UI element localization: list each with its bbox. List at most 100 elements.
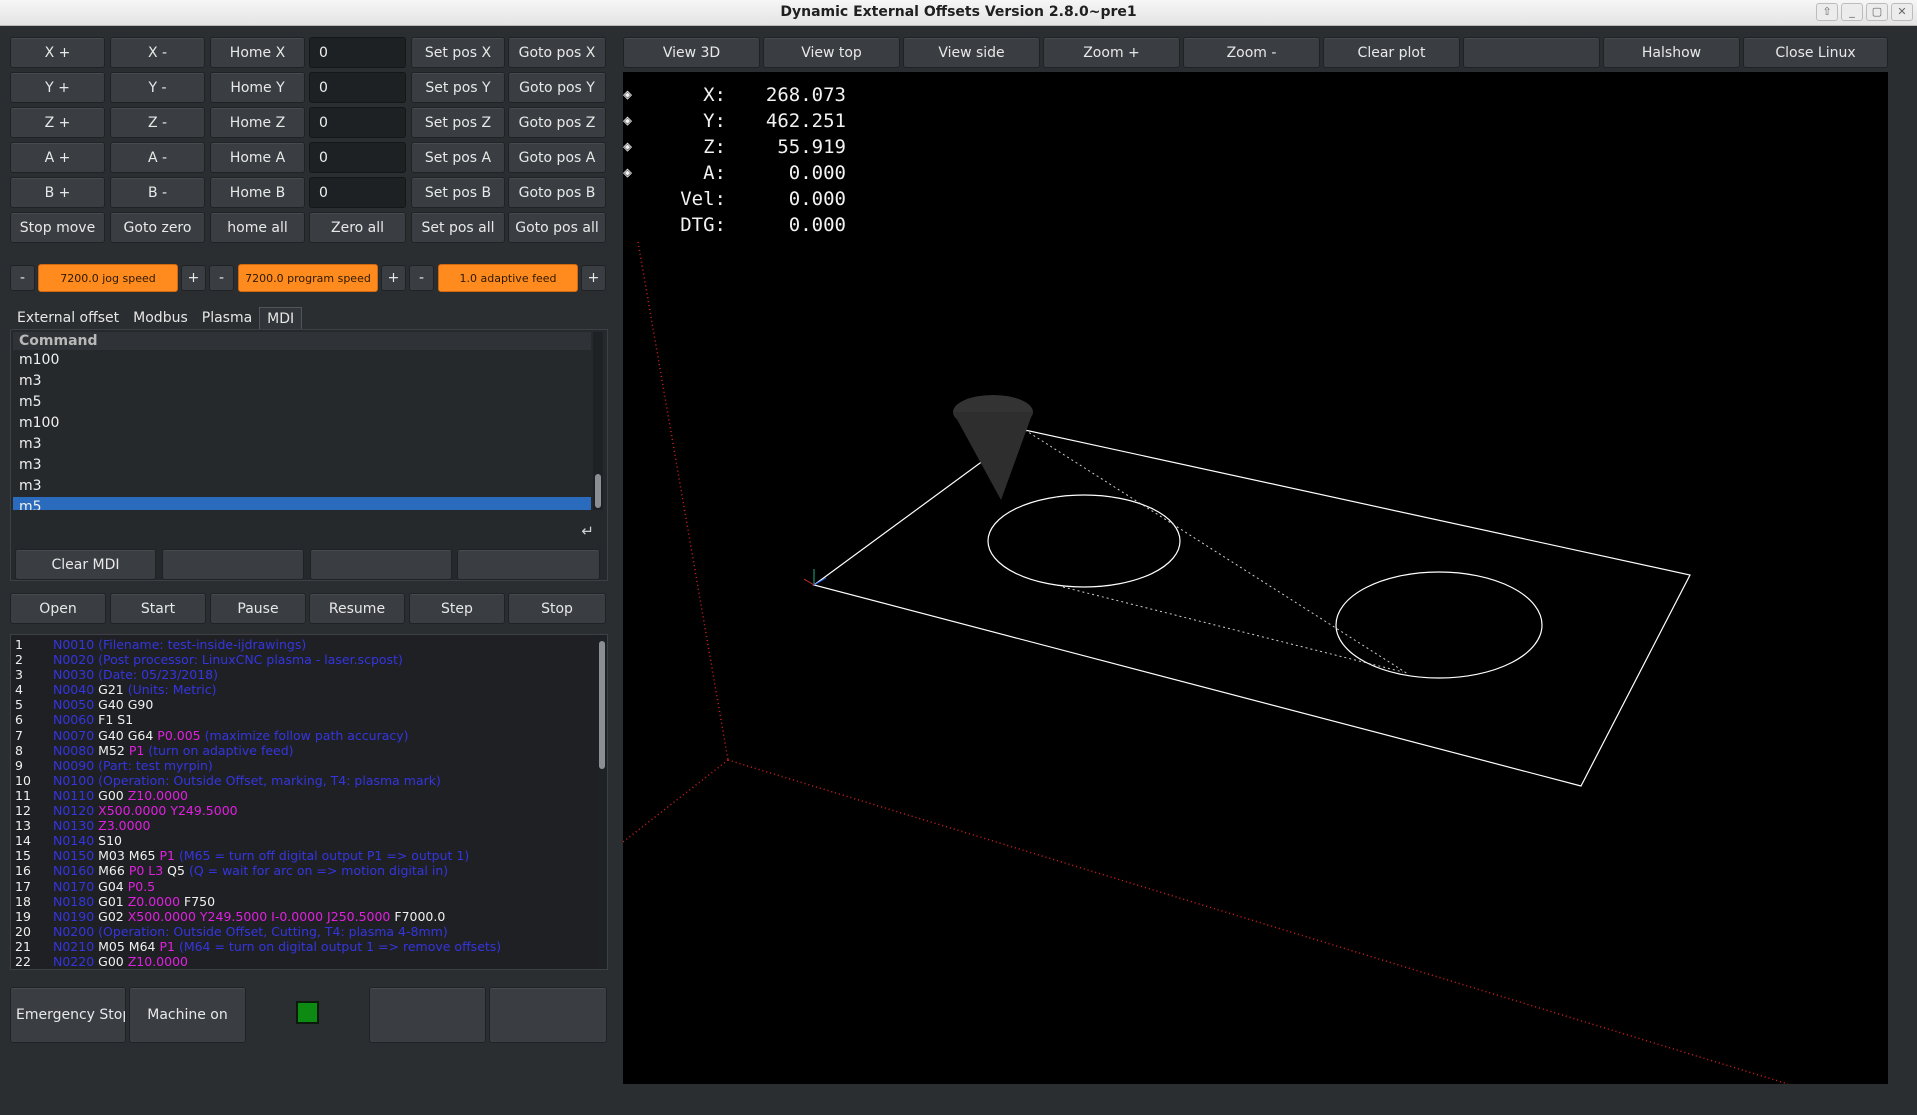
gcode-line[interactable]: 16 N0160 M66 P0 L3 Q5 (Q = wait for arc o… xyxy=(11,863,596,878)
stop-move-button[interactable]: Stop move xyxy=(10,212,105,243)
gcode-line[interactable]: 21 N0210 M05 M64 P1 (M64 = turn on digita… xyxy=(11,939,596,954)
view-side-button[interactable]: View side xyxy=(903,37,1040,68)
axis-b-goto-button[interactable]: Goto pos B xyxy=(508,177,606,208)
step-button[interactable]: Step xyxy=(409,593,505,624)
halshow-button[interactable]: Halshow xyxy=(1603,37,1740,68)
program-speed-slider[interactable]: 7200.0 program speed xyxy=(238,264,378,292)
view-3d-button[interactable]: View 3D xyxy=(623,37,760,68)
window-minimize-icon[interactable]: _ xyxy=(1841,3,1863,21)
gcode-line[interactable]: 14 N0140 S10 xyxy=(11,833,596,848)
axis-a-minus-button[interactable]: A - xyxy=(110,142,205,173)
gcode-line[interactable]: 13 N0130 Z3.0000 xyxy=(11,818,596,833)
axis-z-minus-button[interactable]: Z - xyxy=(110,107,205,138)
axis-a-home-button[interactable]: Home A xyxy=(210,142,305,173)
mdi-history-item[interactable]: m3 xyxy=(13,371,591,392)
mdi-history-item[interactable]: m100 xyxy=(13,413,591,434)
open-button[interactable]: Open xyxy=(10,593,106,624)
gcode-scrollbar[interactable] xyxy=(598,637,607,967)
start-button[interactable]: Start xyxy=(110,593,206,624)
mdi-history-item[interactable]: m3 xyxy=(13,476,591,497)
tab-external-offset[interactable]: External offset xyxy=(10,307,126,329)
gcode-line[interactable]: 17 N0170 G04 P0.5 xyxy=(11,879,596,894)
mdi-blank-button-2[interactable] xyxy=(310,549,452,580)
zoom-in-button[interactable]: Zoom + xyxy=(1043,37,1180,68)
gcode-line[interactable]: 10 N0100 (Operation: Outside Offset, mark… xyxy=(11,773,596,788)
axis-x-goto-button[interactable]: Goto pos X xyxy=(508,37,606,68)
gcode-line[interactable]: 5 N0050 G40 G90 xyxy=(11,697,596,712)
window-maximize-icon[interactable]: ▢ xyxy=(1866,3,1888,21)
gcode-line[interactable]: 7 N0070 G40 G64 P0.005 (maximize follow p… xyxy=(11,728,596,743)
window-close-icon[interactable]: ✕ xyxy=(1891,3,1913,21)
gcode-line[interactable]: 2 N0020 (Post processor: LinuxCNC plasma … xyxy=(11,652,596,667)
axis-x-value-field[interactable]: 0 xyxy=(309,37,406,68)
gcode-line[interactable]: 6 N0060 F1 S1 xyxy=(11,712,596,727)
axis-y-goto-button[interactable]: Goto pos Y xyxy=(508,72,606,103)
jog-speed-slider[interactable]: 7200.0 jog speed xyxy=(38,264,178,292)
axis-z-goto-button[interactable]: Goto pos Z xyxy=(508,107,606,138)
gcode-line[interactable]: 9 N0090 (Part: test myrpin) xyxy=(11,758,596,773)
goto-zero-button[interactable]: Goto zero xyxy=(110,212,205,243)
blank-button-2[interactable] xyxy=(489,987,607,1043)
gcode-line[interactable]: 4 N0040 G21 (Units: Metric) xyxy=(11,682,596,697)
mdi-history-item[interactable]: m100 xyxy=(13,350,591,371)
axis-a-plus-button[interactable]: A + xyxy=(10,142,105,173)
axis-y-setpos-button[interactable]: Set pos Y xyxy=(411,72,505,103)
adaptive-feed-minus-button[interactable]: - xyxy=(409,265,434,291)
axis-b-plus-button[interactable]: B + xyxy=(10,177,105,208)
3d-preview-viewport[interactable]: ◈ X: 268.073 ◈ Y: 462.251 ◈ Z: 55.919 ◈ A: 0.000 Vel… xyxy=(623,72,1888,1084)
set-pos-all-button[interactable]: Set pos all xyxy=(411,212,505,243)
gcode-line[interactable]: 15 N0150 M03 M65 P1 (M65 = turn off digit… xyxy=(11,848,596,863)
enter-icon[interactable]: ↵ xyxy=(581,522,594,540)
mdi-history-item[interactable]: m5 xyxy=(13,497,591,510)
gcode-line[interactable]: 12 N0120 X500.0000 Y249.5000 xyxy=(11,803,596,818)
axis-x-plus-button[interactable]: X + xyxy=(10,37,105,68)
close-linux-button[interactable]: Close Linux xyxy=(1743,37,1888,68)
view-top-button[interactable]: View top xyxy=(763,37,900,68)
gcode-line[interactable]: 20 N0200 (Operation: Outside Offset, Cutt… xyxy=(11,924,596,939)
resume-button[interactable]: Resume xyxy=(309,593,405,624)
tab-mdi[interactable]: MDI xyxy=(259,307,303,329)
blank-view-button[interactable] xyxy=(1463,37,1600,68)
gcode-line[interactable]: 23N0230 G00 X500.0000 Y249.5000 Z10.0000 xyxy=(11,969,596,970)
axis-a-goto-button[interactable]: Goto pos A xyxy=(508,142,606,173)
axis-b-value-field[interactable]: 0 xyxy=(309,177,406,208)
goto-pos-all-button[interactable]: Goto pos all xyxy=(508,212,606,243)
mdi-history-scrollbar[interactable] xyxy=(593,332,603,510)
axis-y-plus-button[interactable]: Y + xyxy=(10,72,105,103)
jog-speed-minus-button[interactable]: - xyxy=(10,265,35,291)
axis-x-setpos-button[interactable]: Set pos X xyxy=(411,37,505,68)
clear-plot-button[interactable]: Clear plot xyxy=(1323,37,1460,68)
axis-x-minus-button[interactable]: X - xyxy=(110,37,205,68)
blank-button-1[interactable] xyxy=(369,987,486,1043)
jog-speed-plus-button[interactable]: + xyxy=(181,265,206,291)
machine-on-button[interactable]: Machine on xyxy=(129,987,246,1043)
mdi-history-scroll-thumb[interactable] xyxy=(595,474,601,508)
gcode-line[interactable]: 22 N0220 G00 Z10.0000 xyxy=(11,954,596,969)
gcode-line[interactable]: 8 N0080 M52 P1 (turn on adaptive feed) xyxy=(11,743,596,758)
axis-b-setpos-button[interactable]: Set pos B xyxy=(411,177,505,208)
axis-a-value-field[interactable]: 0 xyxy=(309,142,406,173)
axis-b-minus-button[interactable]: B - xyxy=(110,177,205,208)
gcode-line[interactable]: 1 N0010 (Filename: test-inside-ijdrawings… xyxy=(11,637,596,652)
gcode-listing[interactable]: 1 N0010 (Filename: test-inside-ijdrawings… xyxy=(10,634,608,970)
mdi-blank-button-3[interactable] xyxy=(457,549,600,580)
home-all-button[interactable]: home all xyxy=(210,212,305,243)
adaptive-feed-plus-button[interactable]: + xyxy=(581,265,606,291)
clear-mdi-button[interactable]: Clear MDI xyxy=(15,549,156,580)
adaptive-feed-slider[interactable]: 1.0 adaptive feed xyxy=(438,264,578,292)
emergency-stop-button[interactable]: Emergency Stop xyxy=(10,987,126,1043)
program-speed-plus-button[interactable]: + xyxy=(381,265,406,291)
gcode-line[interactable]: 19 N0190 G02 X500.0000 Y249.5000 I-0.0000… xyxy=(11,909,596,924)
tab-plasma[interactable]: Plasma xyxy=(195,307,259,329)
tab-modbus[interactable]: Modbus xyxy=(126,307,195,329)
gcode-line[interactable]: 11 N0110 G00 Z10.0000 xyxy=(11,788,596,803)
axis-y-minus-button[interactable]: Y - xyxy=(110,72,205,103)
pause-button[interactable]: Pause xyxy=(210,593,306,624)
axis-z-setpos-button[interactable]: Set pos Z xyxy=(411,107,505,138)
mdi-command-input[interactable]: ↵ xyxy=(13,520,604,542)
stop-button[interactable]: Stop xyxy=(508,593,606,624)
axis-z-value-field[interactable]: 0 xyxy=(309,107,406,138)
gcode-scroll-thumb[interactable] xyxy=(599,641,605,769)
axis-y-value-field[interactable]: 0 xyxy=(309,72,406,103)
zoom-out-button[interactable]: Zoom - xyxy=(1183,37,1320,68)
